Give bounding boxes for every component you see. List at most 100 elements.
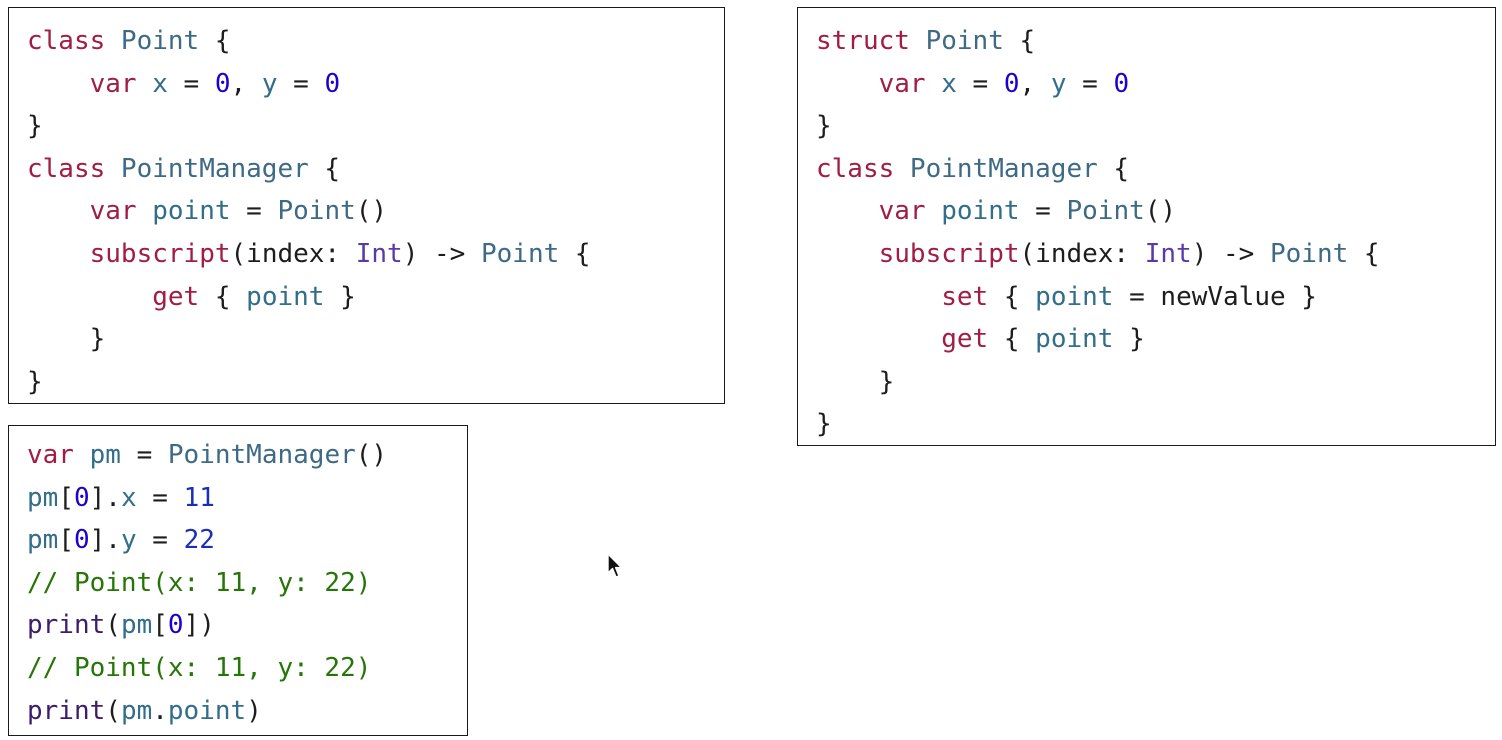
arrow-pointer-icon: [607, 553, 623, 578]
code-token: get: [152, 281, 200, 312]
code-token: {: [1348, 238, 1380, 269]
code-line: }: [27, 105, 724, 148]
code-token: (): [1144, 196, 1177, 227]
code-line: var point = Point(): [816, 190, 1495, 233]
code-token: [: [58, 525, 74, 556]
code-token: {: [199, 26, 231, 56]
code-token: 0: [73, 482, 90, 513]
code-token: pm: [120, 695, 153, 726]
code-token: class: [27, 26, 121, 56]
code-token: 0: [1003, 68, 1020, 99]
code-token: =: [1066, 68, 1114, 99]
code-token: point: [246, 281, 325, 312]
code-token: (): [355, 440, 388, 470]
code-token: print: [27, 610, 106, 641]
code-token: (: [105, 610, 121, 641]
code-line: var x = 0, y = 0: [816, 63, 1495, 106]
code-token: =: [120, 440, 168, 470]
class-point-code-panel: class Point { var x = 0, y = 0} class Poi…: [8, 7, 725, 404]
code-line: }: [816, 403, 1495, 446]
code-token: PointManager: [120, 153, 309, 184]
code-line: subscript(index: Int) -> Point {: [27, 233, 724, 276]
code-token: 0: [324, 68, 341, 99]
code-token: }: [816, 111, 832, 142]
code-token: =: [1019, 196, 1067, 227]
code-token: pm: [120, 610, 153, 641]
code-token: Int: [1144, 238, 1192, 269]
code-line: // Point(x: 11, y: 22): [27, 647, 467, 690]
code-token: .: [152, 695, 168, 726]
code-token: }: [1113, 324, 1145, 355]
code-line: }: [27, 318, 724, 361]
code-token: {: [559, 238, 591, 269]
code-token: y: [1050, 68, 1067, 99]
code-line: get { point }: [27, 276, 724, 319]
code-token: ]): [183, 610, 215, 641]
code-token: Point: [277, 196, 356, 227]
code-token: // Point(x: 11, y: 22): [27, 652, 372, 683]
code-line: set { point = newValue }: [816, 276, 1495, 319]
code-token: // Point(x: 11, y: 22): [27, 567, 372, 598]
code-token: ].: [89, 482, 121, 513]
code-token: {: [199, 281, 247, 312]
code-token: (: [105, 695, 121, 726]
code-line: pm[0].y = 22: [27, 519, 467, 562]
code-token: x: [120, 482, 137, 513]
code-token: 22: [183, 525, 215, 556]
code-line: print(pm.point): [27, 690, 467, 733]
code-token: = newValue }: [1113, 281, 1317, 312]
code-token: pm: [89, 440, 121, 470]
code-token: subscript: [878, 238, 1020, 269]
code-token: y: [120, 525, 137, 556]
code-token: {: [1097, 153, 1130, 184]
code-token: 11: [183, 482, 215, 513]
code-token: (index:: [230, 238, 356, 269]
code-token: point: [941, 196, 1020, 227]
code-token: }: [816, 409, 832, 440]
code-token: var: [89, 196, 153, 227]
code-line: }: [816, 105, 1495, 148]
code-token: }: [816, 366, 895, 397]
code-line: var x = 0, y = 0: [27, 63, 724, 106]
code-token: =: [277, 68, 325, 99]
code-token: pm: [27, 525, 59, 556]
code-token: Point: [1270, 238, 1349, 269]
code-token: 0: [214, 68, 231, 99]
code-token: =: [167, 68, 215, 99]
code-token: =: [956, 68, 1004, 99]
code-token: [: [152, 610, 168, 641]
code-line: subscript(index: Int) -> Point {: [816, 233, 1495, 276]
code-token: var: [89, 68, 153, 99]
code-token: Point: [120, 26, 200, 56]
code-token: print: [27, 695, 106, 726]
code-token: class: [816, 153, 910, 184]
code-token: var: [878, 68, 942, 99]
code-line: }: [816, 361, 1495, 404]
code-token: x: [152, 68, 168, 99]
struct-point-code-panel: struct Point { var x = 0, y = 0} class Po…: [797, 7, 1496, 446]
code-token: PointManager: [909, 153, 1098, 184]
code-token: point: [167, 695, 247, 726]
code-token: }: [27, 366, 43, 397]
code-token: Point: [481, 238, 560, 269]
code-token: 0: [73, 525, 90, 556]
code-line: }: [27, 361, 724, 404]
code-token: pm: [27, 482, 59, 513]
code-token: subscript: [89, 238, 231, 269]
code-token: y: [261, 68, 278, 99]
code-token: }: [324, 281, 356, 312]
code-line: var pm = PointManager(): [27, 434, 467, 477]
code-token: ) ->: [1191, 238, 1270, 269]
code-token: {: [1003, 26, 1036, 56]
code-line: get { point }: [816, 318, 1495, 361]
code-token: ) ->: [402, 238, 481, 269]
code-line: class Point {: [27, 20, 724, 63]
